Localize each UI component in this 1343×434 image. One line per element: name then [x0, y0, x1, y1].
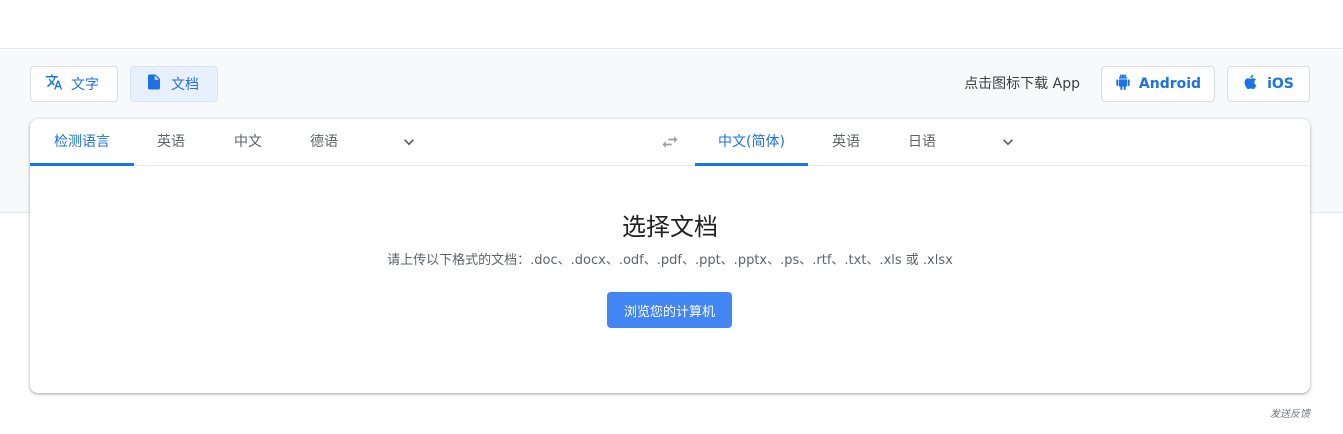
send-feedback-link[interactable]: 发送反馈 — [1180, 405, 1310, 420]
android-label: Android — [1138, 76, 1202, 92]
android-download-button[interactable]: Android — [1101, 66, 1215, 102]
language-bar: 检测语言 英语 中文 德语 中文(简体) 英语 日语 — [30, 119, 1310, 166]
source-lang-english[interactable]: 英语 — [142, 119, 200, 166]
text-mode-label: 文字 — [71, 77, 99, 93]
source-lang-chinese[interactable]: 中文 — [220, 119, 276, 166]
swap-languages-icon[interactable] — [659, 132, 681, 152]
target-lang-chinese-simplified[interactable]: 中文(简体) — [695, 119, 808, 166]
target-lang-japanese[interactable]: 日语 — [894, 119, 950, 166]
translate-page: 文字 文档 点击图标下载 App Android iOS 检测语言 英语 中文 … — [0, 0, 1343, 434]
document-mode-label: 文档 — [171, 77, 199, 93]
apple-icon — [1243, 74, 1259, 94]
android-icon — [1115, 74, 1131, 94]
source-lang-detect[interactable]: 检测语言 — [30, 119, 134, 166]
source-lang-german[interactable]: 德语 — [296, 119, 352, 166]
choose-document-title: 选择文档 — [622, 213, 718, 241]
document-mode-button[interactable]: 文档 — [130, 66, 218, 102]
document-icon — [145, 73, 163, 95]
supported-formats-text: 请上传以下格式的文档：.doc、.docx、.odf、.pdf、.ppt、.pp… — [387, 253, 953, 268]
target-more-chevron-down-icon[interactable] — [998, 132, 1018, 152]
text-mode-button[interactable]: 文字 — [30, 66, 118, 102]
download-app-label: 点击图标下载 App — [964, 76, 1080, 92]
ios-label: iOS — [1267, 76, 1294, 92]
translate-icon — [45, 73, 63, 95]
target-lang-english[interactable]: 英语 — [818, 119, 874, 166]
browse-computer-button[interactable]: 浏览您的计算机 — [607, 292, 732, 328]
ios-download-button[interactable]: iOS — [1227, 66, 1310, 102]
document-translate-card: 检测语言 英语 中文 德语 中文(简体) 英语 日语 选择文档 请上传以下格式的… — [30, 119, 1310, 393]
top-bar — [0, 0, 1343, 49]
source-more-chevron-down-icon[interactable] — [399, 132, 419, 152]
